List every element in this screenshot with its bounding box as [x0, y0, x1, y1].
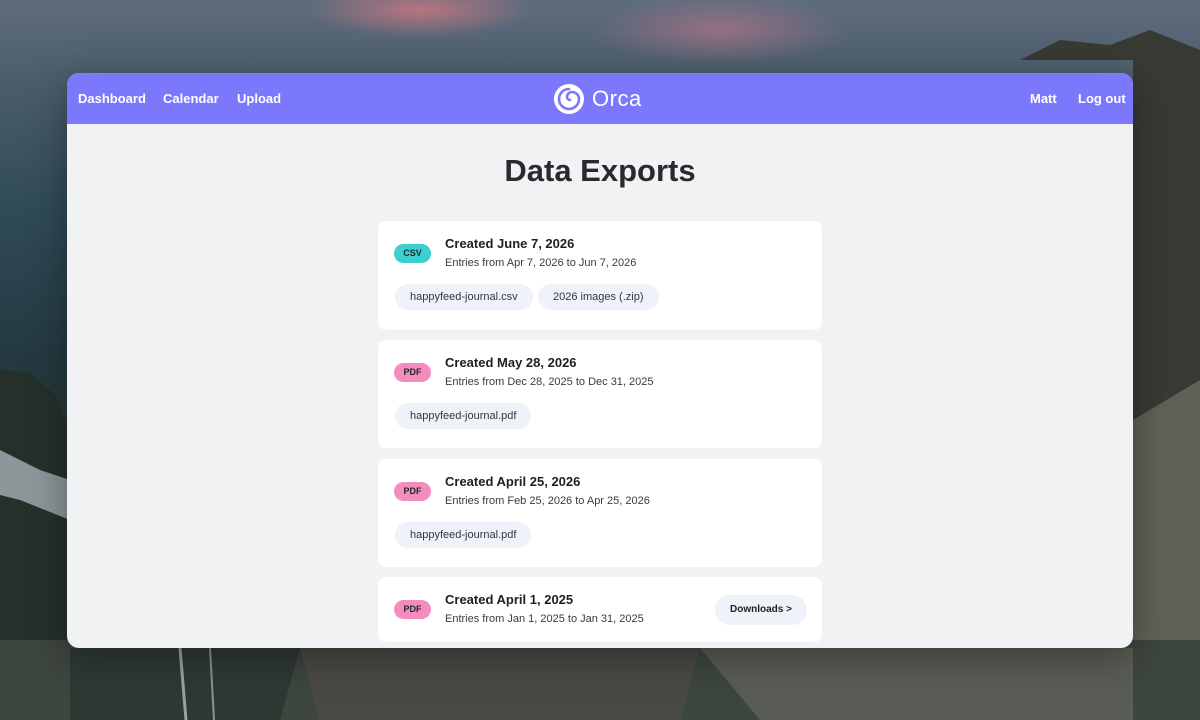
- nav-link-dashboard[interactable]: Dashboard: [78, 73, 146, 124]
- nav-logout-link[interactable]: Log out: [1078, 73, 1126, 124]
- format-badge-pdf: PDF: [394, 600, 431, 619]
- export-date-range: Entries from Jan 1, 2025 to Jan 31, 2025: [445, 613, 644, 625]
- export-created-date: Created April 1, 2025: [445, 592, 574, 607]
- nav-user-matt[interactable]: Matt: [1030, 73, 1057, 124]
- brand-name: Orca: [592, 86, 642, 111]
- page-title: Data Exports: [504, 153, 696, 188]
- file-download-chip[interactable]: happyfeed-journal.csv: [395, 284, 533, 310]
- format-badge-csv: CSV: [394, 244, 431, 263]
- export-created-date: Created May 28, 2026: [445, 355, 577, 370]
- top-navbar: Dashboard Calendar Upload Orca Matt Log …: [67, 73, 1133, 124]
- file-download-chip[interactable]: happyfeed-journal.pdf: [395, 403, 532, 429]
- nav-link-upload[interactable]: Upload: [237, 73, 281, 124]
- format-badge-pdf: PDF: [394, 363, 431, 382]
- nav-link-calendar[interactable]: Calendar: [163, 73, 219, 124]
- downloads-button[interactable]: Downloads >: [715, 595, 807, 625]
- export-card: PDF Created April 25, 2026 Entries from …: [378, 459, 822, 567]
- export-card: CSV Created June 7, 2026 Entries from Ap…: [378, 221, 822, 330]
- export-date-range: Entries from Feb 25, 2026 to Apr 25, 202…: [445, 495, 650, 507]
- format-badge-pdf: PDF: [394, 482, 431, 501]
- export-card: PDF Created May 28, 2026 Entries from De…: [378, 340, 822, 448]
- export-date-range: Entries from Dec 28, 2025 to Dec 31, 202…: [445, 376, 654, 388]
- orca-spiral-logo-icon: [554, 84, 584, 114]
- app-window: Dashboard Calendar Upload Orca Matt Log …: [67, 73, 1133, 648]
- export-created-date: Created June 7, 2026: [445, 236, 575, 251]
- brand-logo[interactable]: Orca: [553, 83, 642, 115]
- export-date-range: Entries from Apr 7, 2026 to Jun 7, 2026: [445, 257, 637, 269]
- export-created-date: Created April 25, 2026: [445, 474, 581, 489]
- export-card: PDF Created April 1, 2025 Entries from J…: [378, 577, 822, 642]
- file-download-chip[interactable]: happyfeed-journal.pdf: [395, 522, 532, 548]
- file-download-chip[interactable]: 2026 images (.zip): [538, 284, 659, 310]
